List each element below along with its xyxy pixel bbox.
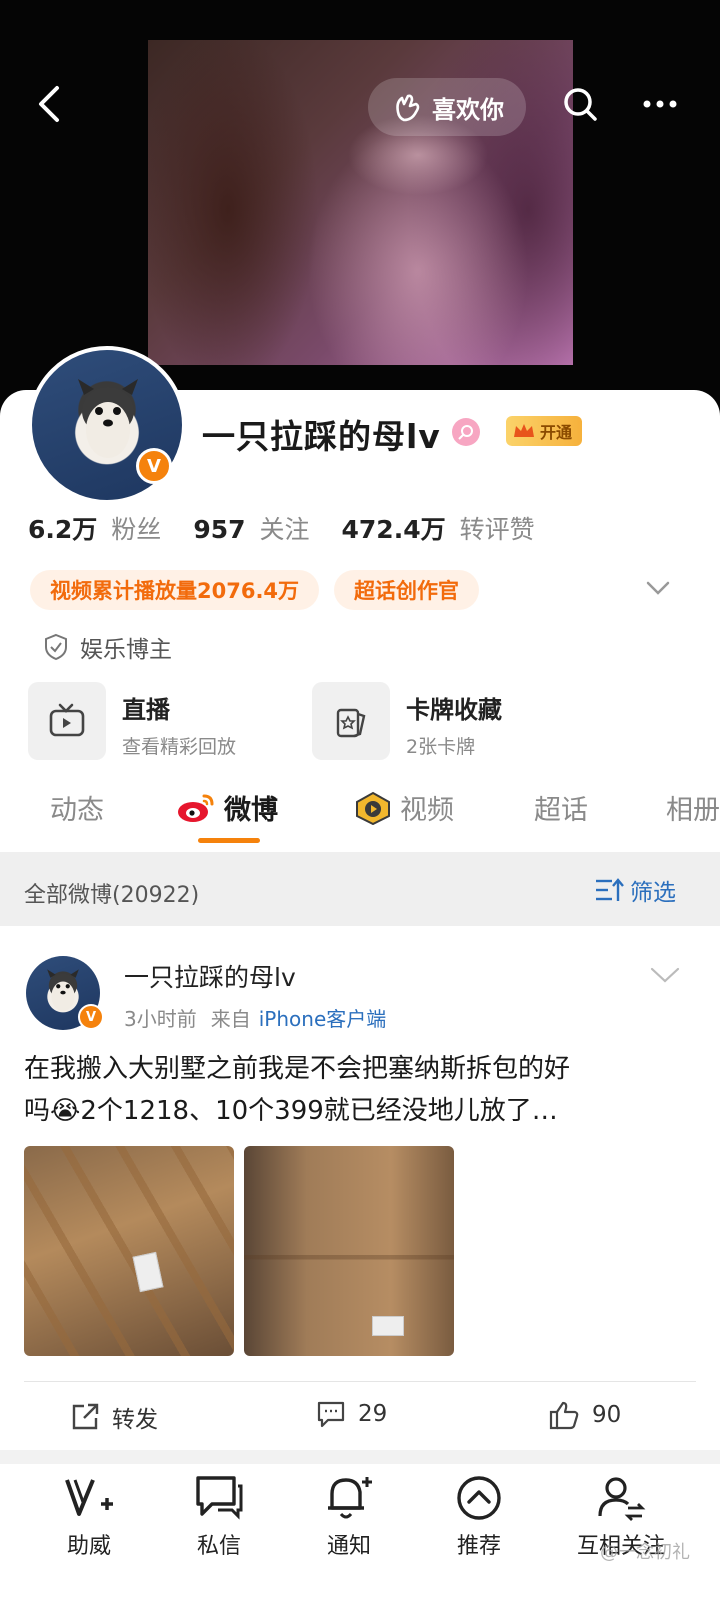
bell-plus-icon	[328, 1477, 372, 1519]
post-time: 3小时前	[124, 1007, 197, 1031]
nav-messages[interactable]: 私信	[164, 1474, 274, 1560]
post-text[interactable]: 在我搬入大别墅之前我是不会把塞纳斯拆包的好 吗😭2个1218、10个399就已经…	[24, 1048, 696, 1132]
share-icon	[72, 1403, 99, 1430]
nav-notifications[interactable]: 通知	[294, 1474, 404, 1560]
tab-supertopic[interactable]: 超话	[534, 788, 588, 827]
following-count[interactable]: 957	[193, 515, 245, 544]
nav-notifications-label: 通知	[326, 1534, 371, 1559]
more-dots-icon	[643, 100, 677, 108]
post-text-line-2: 吗😭2个1218、10个399就已经没地儿放了…	[24, 1096, 558, 1126]
like-label: 喜欢你	[432, 95, 504, 124]
card-collection-title[interactable]: 卡牌收藏	[406, 690, 502, 725]
tv-icon	[49, 703, 85, 737]
watermark: @一念初礼	[600, 1542, 690, 1563]
comment-button[interactable]: 29	[316, 1400, 387, 1428]
nav-messages-label: 私信	[196, 1534, 241, 1559]
tab-album-label: 相册	[666, 795, 720, 826]
category-label: 娱乐博主	[80, 637, 172, 663]
crown-icon	[514, 424, 534, 437]
post-menu-button[interactable]	[650, 966, 680, 988]
expand-tags-button[interactable]	[646, 580, 670, 600]
supertopic-creator-tag[interactable]: 超话创作官	[334, 570, 479, 610]
tab-album[interactable]: 相册	[666, 788, 720, 827]
nav-cheer[interactable]: 助威	[34, 1474, 144, 1560]
post-image-1[interactable]	[24, 1146, 234, 1356]
post-divider	[24, 1381, 696, 1382]
shield-icon	[45, 633, 67, 661]
tab-weibo-label: 微博	[224, 795, 278, 826]
filter-label: 筛选	[630, 880, 676, 906]
tab-feed[interactable]: 动态	[50, 788, 104, 827]
shipping-label	[132, 1251, 164, 1293]
interactions-label: 转评赞	[459, 515, 535, 544]
interactions-count: 472.4万	[341, 515, 446, 544]
search-badge-icon[interactable]	[452, 418, 480, 446]
hand-heart-icon	[396, 94, 420, 122]
active-tab-indicator	[198, 838, 260, 843]
chevron-down-icon	[646, 581, 670, 595]
verified-badge-icon: V	[136, 448, 172, 484]
filter-button[interactable]: 筛选	[594, 873, 676, 907]
live-title[interactable]: 直播	[122, 690, 170, 725]
message-icon	[196, 1476, 243, 1520]
tab-feed-label: 动态	[50, 795, 104, 826]
vip-open-button[interactable]: 开通	[506, 416, 583, 446]
live-subtitle: 查看精彩回放	[122, 736, 237, 758]
search-icon	[564, 88, 597, 121]
tab-weibo[interactable]: 微博	[176, 788, 278, 827]
live-tile[interactable]	[28, 682, 106, 760]
tab-video[interactable]: 视频	[354, 788, 454, 827]
dog-avatar-image	[78, 379, 138, 458]
dog-avatar-image	[47, 969, 79, 1012]
thumbs-up-icon	[549, 1401, 579, 1430]
chevron-left-icon	[39, 86, 59, 122]
fans-count[interactable]: 6.2万	[28, 510, 97, 546]
like-you-button[interactable]: 喜欢你	[368, 78, 526, 136]
search-button[interactable]	[552, 76, 608, 132]
v-plus-icon	[65, 1479, 113, 1516]
chevron-down-icon	[650, 967, 680, 983]
all-posts-count: 全部微博(20922)	[24, 883, 200, 908]
video-plays-tag[interactable]: 视频累计播放量2076.4万	[30, 570, 320, 610]
fans-label[interactable]: 粉丝	[111, 510, 161, 546]
weibo-logo-icon	[178, 794, 214, 822]
post-image-2[interactable]	[244, 1146, 454, 1356]
post-author-name[interactable]: 一只拉踩的母lv	[124, 958, 296, 994]
post-from-label: 来自	[210, 1007, 251, 1031]
repost-button[interactable]: 转发	[70, 1400, 158, 1434]
tab-supertopic-label: 超话	[534, 795, 588, 826]
user-swap-icon	[598, 1477, 646, 1521]
post-text-line-1: 在我搬入大别墅之前我是不会把塞纳斯拆包的好	[24, 1054, 571, 1084]
post-verified-badge-icon: V	[78, 1004, 104, 1030]
card-collection-subtitle: 2张卡牌	[406, 736, 476, 758]
post-meta: 3小时前 来自 iPhone客户端	[124, 1003, 386, 1032]
back-button[interactable]	[20, 76, 76, 132]
shipping-label	[372, 1316, 404, 1336]
like-count: 90	[592, 1402, 622, 1428]
nav-recommend[interactable]: 推荐	[424, 1474, 534, 1560]
cards-icon	[336, 708, 366, 738]
profile-name: 一只拉踩的母lv	[202, 417, 441, 456]
filter-icon	[596, 878, 624, 901]
profile-stats: 6.2万 粉丝 957 关注 472.4万 转评赞	[28, 510, 553, 546]
tab-video-label: 视频	[400, 795, 454, 826]
like-button[interactable]: 90	[548, 1400, 621, 1430]
following-label[interactable]: 关注	[260, 510, 310, 546]
nav-recommend-label: 推荐	[456, 1534, 501, 1559]
video-badge-icon	[356, 791, 390, 825]
post-source[interactable]: iPhone客户端	[259, 1003, 387, 1032]
nav-cheer-label: 助威	[66, 1534, 111, 1559]
vip-label: 开通	[540, 423, 573, 442]
section-separator	[0, 1450, 720, 1464]
repost-label: 转发	[112, 1407, 158, 1433]
comment-count: 29	[358, 1401, 388, 1427]
card-collection-tile[interactable]	[312, 682, 390, 760]
comment-icon	[317, 1401, 345, 1428]
more-button[interactable]	[632, 76, 688, 132]
category-line: 娱乐博主	[44, 630, 172, 664]
chevron-up-circle-icon	[457, 1476, 501, 1520]
